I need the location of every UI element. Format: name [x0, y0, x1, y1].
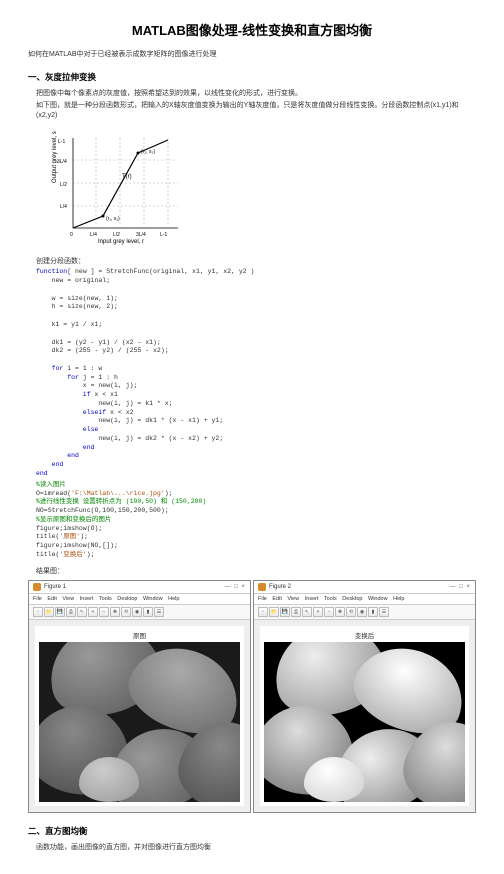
fig2-caption: 变换后: [264, 630, 465, 640]
fig1-titlebar: Figure 1 — □ ×: [29, 581, 250, 594]
matlab-icon: [33, 583, 41, 591]
new-icon[interactable]: ▫: [258, 607, 268, 617]
create-fn-label: 创建分段函数：: [36, 256, 476, 266]
svg-text:L/4: L/4: [90, 232, 97, 238]
datatip-icon[interactable]: ◉: [357, 607, 367, 617]
svg-text:T(r): T(r): [122, 174, 132, 180]
fig1-title: Figure 1: [44, 584, 225, 590]
svg-text:(r₁, s₁): (r₁, s₁): [106, 216, 120, 222]
section1-para2: 如下图，就是一种分段函数形式，把输入的X轴灰度值变换为输出的Y轴灰度值，只是将灰…: [36, 101, 476, 121]
result-label: 结果图：: [36, 566, 476, 576]
pointer-icon[interactable]: ↖: [302, 607, 312, 617]
result-figures: Figure 1 — □ × File Edit View Insert Too…: [28, 580, 476, 813]
svg-text:0: 0: [70, 232, 73, 238]
fig1-menu[interactable]: File Edit View Insert Tools Desktop Wind…: [29, 594, 250, 605]
figure-1-window: Figure 1 — □ × File Edit View Insert Too…: [28, 580, 251, 813]
print-icon[interactable]: ⎙: [291, 607, 301, 617]
svg-text:L/2: L/2: [60, 182, 67, 188]
rotate-icon[interactable]: ⟲: [121, 607, 131, 617]
legend-icon[interactable]: ☰: [154, 607, 164, 617]
svg-text:L/2: L/2: [113, 232, 120, 238]
open-icon[interactable]: 📁: [269, 607, 279, 617]
window-controls[interactable]: — □ ×: [225, 584, 246, 590]
pointer-icon[interactable]: ↖: [77, 607, 87, 617]
datatip-icon[interactable]: ◉: [132, 607, 142, 617]
legend-icon[interactable]: ☰: [379, 607, 389, 617]
intro-text: 如何在MATLAB中对于已经被表示成数字矩阵的图像进行处理: [28, 49, 476, 59]
page-title: MATLAB图像处理-线性变换和直方图均衡: [28, 20, 476, 39]
xlabel: Input grey level, r: [98, 239, 144, 245]
svg-text:3L/4: 3L/4: [136, 232, 146, 238]
svg-text:L/4: L/4: [60, 204, 67, 210]
rotate-icon[interactable]: ⟲: [346, 607, 356, 617]
window-controls[interactable]: — □ ×: [450, 584, 471, 590]
transfer-function-graph: Output grey level, s Input grey level, r…: [48, 128, 476, 248]
fig1-image: [39, 642, 240, 802]
section1-heading: 一、灰度拉伸变换: [28, 71, 476, 83]
zoomin-icon[interactable]: +: [313, 607, 323, 617]
section2-heading: 二、直方图均衡: [28, 825, 476, 837]
save-icon[interactable]: 💾: [55, 607, 65, 617]
matlab-icon: [258, 583, 266, 591]
zoomin-icon[interactable]: +: [88, 607, 98, 617]
print-icon[interactable]: ⎙: [66, 607, 76, 617]
pan-icon[interactable]: ✥: [335, 607, 345, 617]
svg-text:(r₂, s₂): (r₂, s₂): [141, 149, 155, 155]
figure-2-window: Figure 2 — □ × File Edit View Insert Too…: [253, 580, 476, 813]
new-icon[interactable]: ▫: [33, 607, 43, 617]
colorbar-icon[interactable]: ▮: [143, 607, 153, 617]
fig2-image: [264, 642, 465, 802]
fig2-title: Figure 2: [269, 584, 450, 590]
fig2-menu[interactable]: File Edit View Insert Tools Desktop Wind…: [254, 594, 475, 605]
svg-text:L-1: L-1: [58, 139, 65, 145]
fig1-caption: 原图: [39, 630, 240, 640]
fig1-toolbar[interactable]: ▫ 📁 💾 ⎙ ↖ + − ✥ ⟲ ◉ ▮ ☰: [29, 605, 250, 620]
zoomout-icon[interactable]: −: [99, 607, 109, 617]
code-block-1: function[ new ] = StretchFunc(original, …: [36, 268, 476, 478]
save-icon[interactable]: 💾: [280, 607, 290, 617]
zoomout-icon[interactable]: −: [324, 607, 334, 617]
section1-para1: 把图像中每个像素点的灰度值，按照希望达到的效果，以线性变化的形式，进行变换。: [36, 89, 476, 99]
fig2-titlebar: Figure 2 — □ ×: [254, 581, 475, 594]
svg-text:3L/4: 3L/4: [57, 159, 67, 165]
section2-para1: 函数功能，画出图像的直方图，并对图像进行直方图均衡: [36, 843, 476, 853]
pan-icon[interactable]: ✥: [110, 607, 120, 617]
fig2-toolbar[interactable]: ▫ 📁 💾 ⎙ ↖ + − ✥ ⟲ ◉ ▮ ☰: [254, 605, 475, 620]
open-icon[interactable]: 📁: [44, 607, 54, 617]
code-block-2: %读入图片 O=imread('F:\Matlab\...\rice.jpg')…: [36, 481, 476, 560]
colorbar-icon[interactable]: ▮: [368, 607, 378, 617]
svg-text:L-1: L-1: [160, 232, 167, 238]
